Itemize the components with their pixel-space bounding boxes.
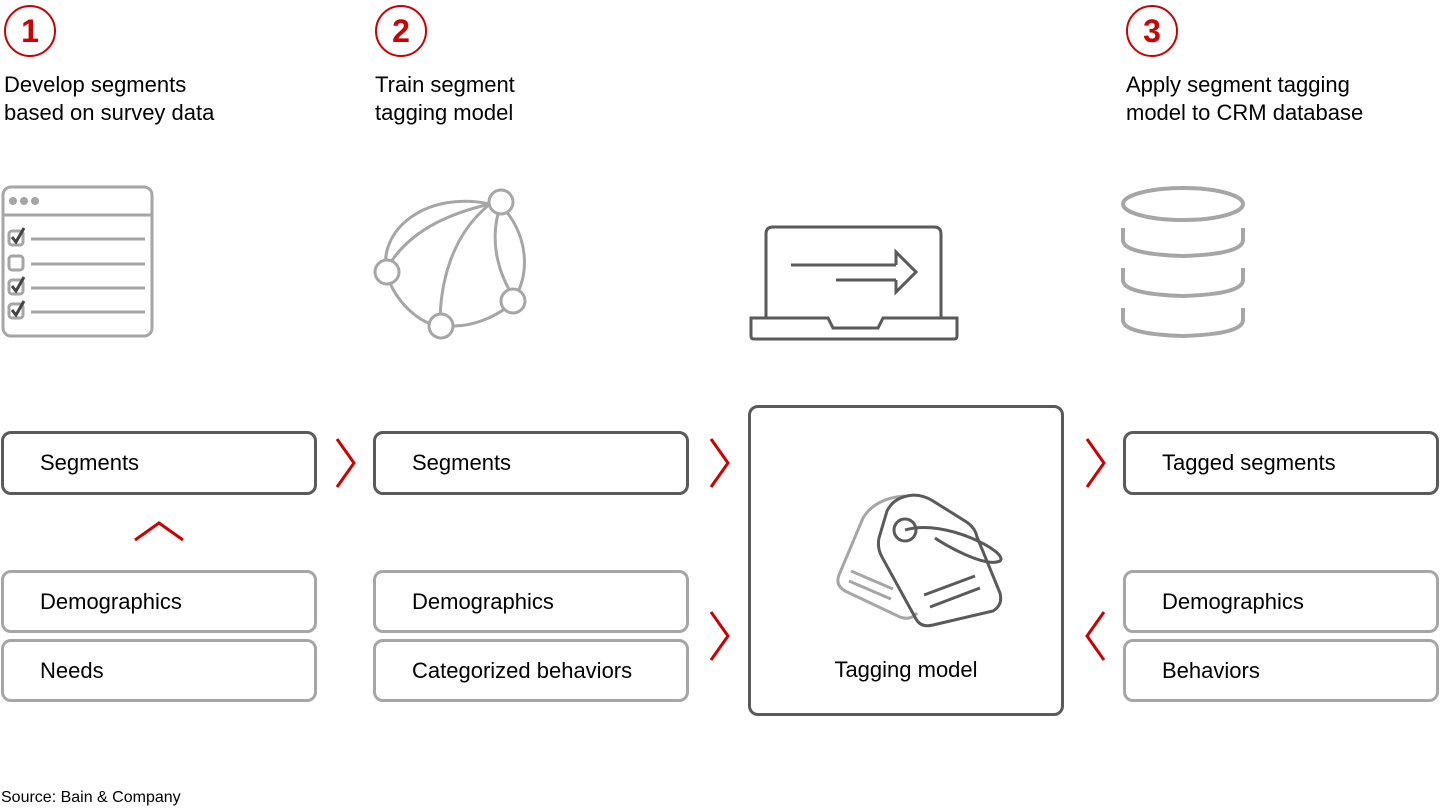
step-1-badge: 1	[4, 5, 56, 57]
column2-input-label: Demographics	[412, 588, 554, 614]
column1-output-label: Segments	[40, 450, 140, 475]
survey-checklist-icon	[1, 185, 154, 338]
chevron-right-icon	[709, 611, 730, 661]
chevron-right-icon	[335, 438, 356, 488]
chevron-left-icon	[1085, 611, 1106, 661]
source-note: Source: Bain & Company	[1, 789, 181, 806]
column1-input-box-2: Needs	[1, 639, 317, 702]
step-3-badge: 3	[1126, 5, 1178, 57]
laptop-arrow-icon	[749, 225, 959, 341]
column2-input-box-1: Demographics	[373, 570, 689, 633]
column2-input-box-2: Categorized behaviors	[373, 639, 689, 702]
column3-input-label: Demographics	[1162, 588, 1304, 614]
step-2-badge: 2	[375, 5, 427, 57]
chevron-right-icon	[1085, 438, 1106, 488]
step-3-title: Apply segment tagging model to CRM datab…	[1126, 72, 1364, 125]
column1-input-label: Needs	[40, 657, 104, 683]
column3-output-label: Tagged segments	[1162, 450, 1336, 475]
column2-output-label: Segments	[412, 450, 512, 475]
column1-output-box: Segments	[1, 431, 317, 495]
column3-output-box: Tagged segments	[1123, 431, 1439, 495]
column2-input-label: Categorized behaviors	[412, 657, 633, 683]
column3-input-box-2: Behaviors	[1123, 639, 1439, 702]
chevron-right-icon	[709, 438, 730, 488]
database-icon	[1121, 186, 1245, 339]
tagging-model-box: Tagging model	[748, 405, 1064, 716]
tagging-model-label: Tagging model	[834, 657, 978, 682]
tags-icon	[836, 493, 1003, 628]
chevron-up-icon	[134, 521, 184, 542]
column1-input-label: Demographics	[40, 588, 182, 614]
column3-input-label: Behaviors	[1162, 657, 1260, 683]
column1-input-box-1: Demographics	[1, 570, 317, 633]
column3-input-box-1: Demographics	[1123, 570, 1439, 633]
step-1-title: Develop segments based on survey data	[4, 72, 215, 125]
column2-output-box: Segments	[373, 431, 689, 495]
step-2-title: Train segment tagging model	[375, 72, 515, 125]
network-sphere-icon	[373, 188, 527, 340]
